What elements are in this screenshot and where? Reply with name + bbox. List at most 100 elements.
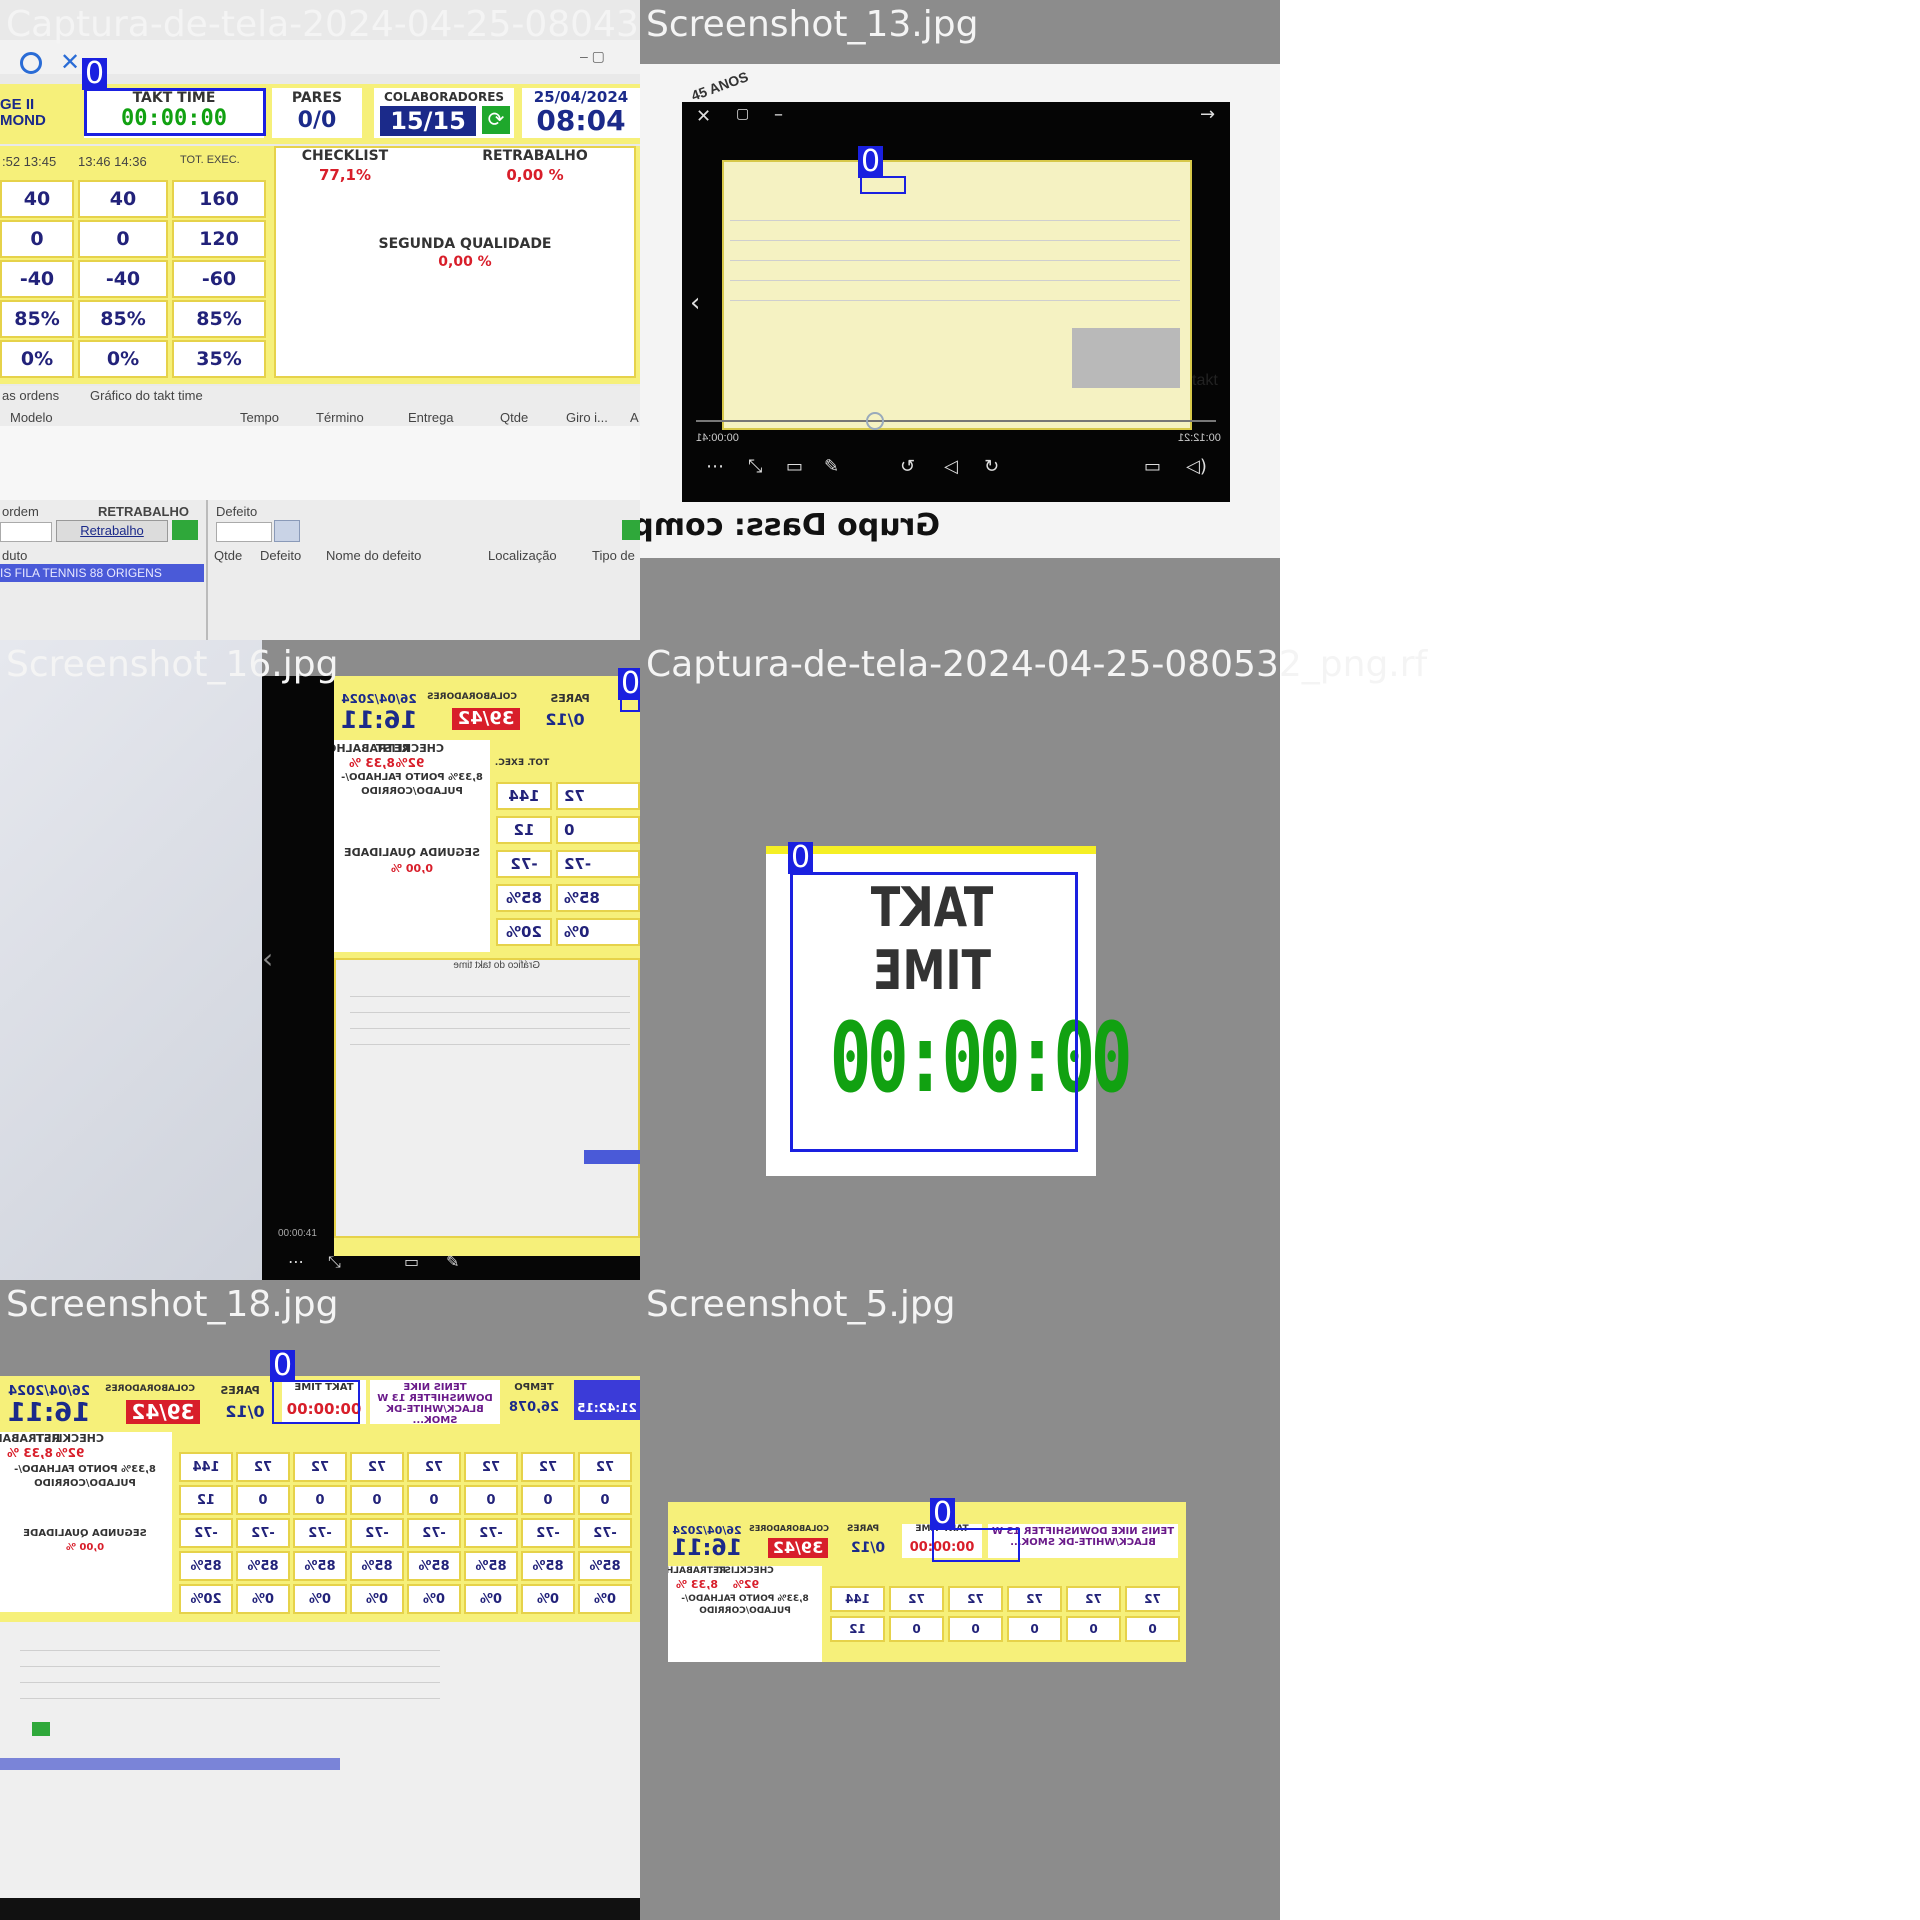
cell: 0%: [556, 918, 640, 946]
takt-bbox: [932, 1528, 1020, 1562]
cell: 85%: [172, 300, 266, 338]
defeito-input[interactable]: [216, 522, 272, 542]
clock-value: 16:11: [7, 1398, 91, 1428]
pares-value: 0/0: [297, 108, 337, 133]
prev-icon[interactable]: ‹: [690, 288, 700, 318]
col-qtde: Qtde: [500, 410, 529, 425]
colab-label: COLABORADORES: [426, 692, 518, 702]
screen-icon[interactable]: ▭: [404, 1252, 419, 1271]
forward-30-icon[interactable]: ↻: [984, 456, 999, 477]
grid-cell: 85%: [293, 1551, 347, 1581]
forward-icon[interactable]: →: [1200, 104, 1215, 125]
order-row: [350, 1044, 630, 1045]
panel-divider: [206, 500, 208, 640]
line-name-2: MOND: [0, 112, 46, 129]
play-icon[interactable]: ◁: [944, 456, 958, 477]
tile-title: Captura-de-tela-2024-04-25-080532_png.rf: [646, 644, 1428, 685]
subtitles-icon[interactable]: ▭: [1144, 456, 1161, 477]
clock-value: 08:04: [536, 104, 626, 137]
grid-cell: 72: [578, 1452, 632, 1482]
time-end: 00:12:21: [1178, 432, 1221, 444]
grid-cell: 72: [350, 1452, 404, 1482]
order-row: [350, 1012, 630, 1013]
cell: -72: [496, 850, 552, 878]
grid-cell: 0: [1125, 1616, 1180, 1642]
cell: -40: [0, 260, 74, 298]
seek-handle[interactable]: [866, 412, 884, 430]
add-icon[interactable]: [32, 1722, 50, 1736]
screen-icon[interactable]: ▭: [786, 456, 803, 477]
retrabalho-value: 8,33 %: [7, 1446, 53, 1460]
expand-icon[interactable]: ⤡: [748, 456, 762, 477]
add-icon[interactable]: [172, 520, 198, 540]
colab-value: 39/42: [452, 708, 520, 730]
grid-cell: 0: [350, 1485, 404, 1515]
edit-icon[interactable]: ✎: [824, 456, 839, 477]
clock-value: 16:11: [671, 1536, 743, 1561]
pares-label: PARES: [291, 90, 343, 106]
refresh-icon[interactable]: ⟳: [482, 106, 510, 134]
grid-cell: 72: [889, 1586, 944, 1612]
produto-label: duto: [2, 548, 28, 563]
col-termino: Término: [316, 410, 364, 425]
close-icon[interactable]: ✕: [696, 106, 711, 127]
more-icon[interactable]: ⋯: [706, 456, 724, 477]
colab-label: COLABORADORES: [748, 1524, 830, 1533]
tempo-value: 26,078: [508, 1400, 560, 1415]
more-icon[interactable]: ⋯: [288, 1252, 304, 1271]
tile-6: 26/04/2024 16:11 COLABORADORES 39/42 PAR…: [640, 1280, 1280, 1920]
bbox-label: 0: [788, 842, 814, 874]
tab-orders[interactable]: as ordens: [2, 388, 59, 403]
search-icon[interactable]: [274, 520, 300, 542]
defect-note: 8,33% PONTO FALHADO/-: [681, 1594, 809, 1604]
defect-col-tipo: Tipo de: [592, 548, 635, 563]
grid-cell: 72: [1125, 1586, 1180, 1612]
rewind-icon[interactable]: ↺: [900, 456, 915, 477]
segunda-label: SEGUNDA QUALIDADE: [378, 236, 552, 252]
volume-icon[interactable]: ◁): [1186, 456, 1207, 477]
grid-cell: 85%: [350, 1551, 404, 1581]
selected-row[interactable]: [0, 1758, 340, 1770]
takt-grid: 144 72 72 72 72 72 72 72 12 0 0 0 0 0 0 0 -72 -72 -72 -72 -7…: [176, 1452, 640, 1622]
selected-product-row[interactable]: IS FILA TENNIS 88 ORIGENS: [0, 564, 204, 582]
grid-cell: 72: [1007, 1586, 1062, 1612]
tab-takt-chart[interactable]: Gráfico do takt time: [90, 388, 203, 403]
add-defect-icon[interactable]: [622, 520, 640, 540]
col-entrega: Entrega: [408, 410, 454, 425]
retrabalho-label: RETRABALHO: [482, 148, 588, 164]
defect-note: 8,33% PONTO FALHADO/-: [341, 772, 483, 783]
col-header-1: :52 13:45: [2, 154, 57, 169]
minimize-icon[interactable]: –: [774, 104, 783, 125]
cell: 85%: [496, 884, 552, 912]
edit-icon[interactable]: ✎: [446, 1252, 459, 1271]
prev-icon[interactable]: ‹: [262, 942, 273, 975]
retrabalho-input[interactable]: [0, 522, 52, 542]
grid-cell: 0: [407, 1485, 461, 1515]
selected-row[interactable]: [584, 1150, 640, 1164]
grid-cell: 72: [407, 1452, 461, 1482]
defeito-label: Defeito: [216, 504, 258, 519]
expand-icon[interactable]: ⤡: [328, 1252, 341, 1272]
defect-note-2: PULADO/CORRIDO: [361, 786, 463, 797]
frame-row: [730, 280, 1180, 281]
tab-takt-chart[interactable]: Gráfico do takt time: [453, 960, 540, 971]
grid-cell: 72: [464, 1452, 518, 1482]
gear-icon[interactable]: [20, 52, 42, 74]
grid-cell: 0%: [350, 1584, 404, 1614]
clock-value: 16:11: [340, 706, 418, 734]
close-icon[interactable]: ✕: [60, 48, 80, 77]
defect-note-2: PULADO/CORRIDO: [699, 1606, 791, 1616]
pares-value: 0/12: [850, 1540, 886, 1556]
maximize-icon[interactable]: ▢: [736, 106, 749, 122]
grid-cell: 0: [464, 1485, 518, 1515]
tile-4: TAKT TIME 00:00:00 0 Captura-de-tela-202…: [640, 640, 1427, 1280]
grid-cell: 85%: [236, 1551, 290, 1581]
frame-row: [730, 260, 1180, 261]
seek-bar[interactable]: [696, 420, 1216, 422]
tile-title: Captura-de-tela-2024-04-25-080430_png.rf: [6, 4, 640, 45]
grid-cell: 12: [179, 1485, 233, 1515]
player-controls: [0, 1898, 640, 1920]
retrabalho-button[interactable]: Retrabalho: [56, 520, 168, 542]
clock-box: 21:42:15: [574, 1380, 640, 1420]
grid-cell: 0: [948, 1616, 1003, 1642]
